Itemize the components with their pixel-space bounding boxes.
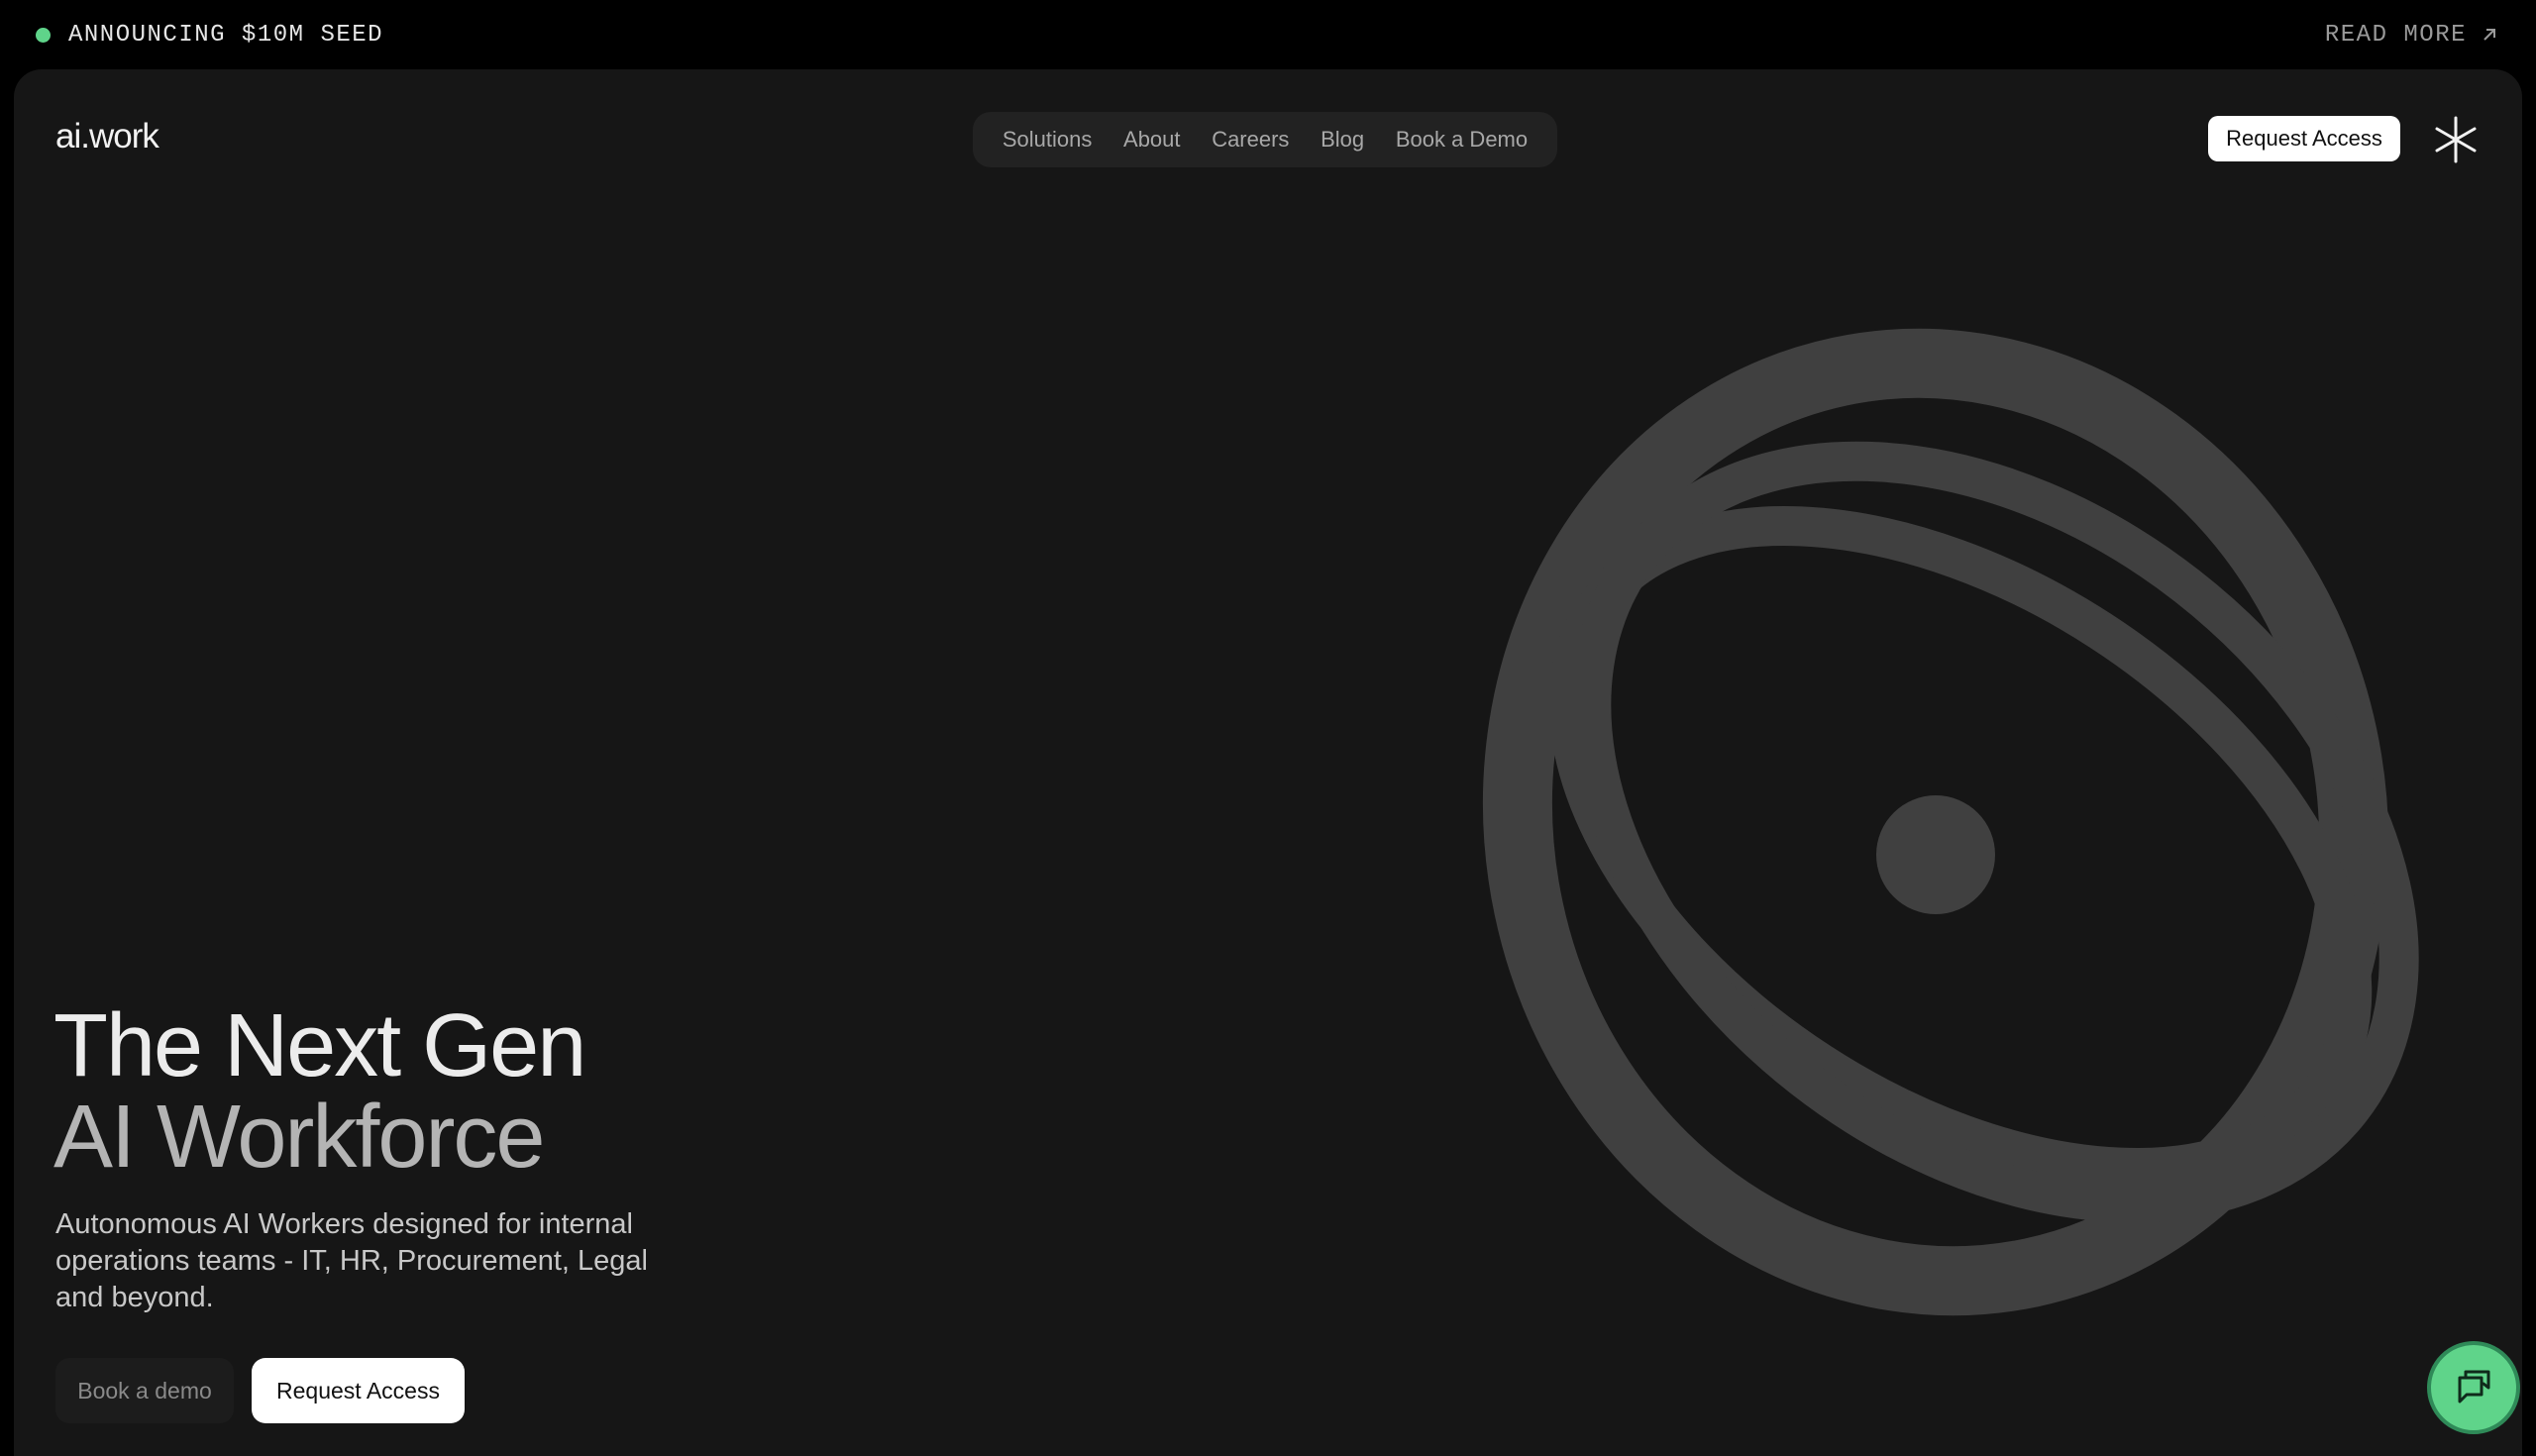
chat-icon <box>2458 1370 2490 1404</box>
nav-item-blog[interactable]: Blog <box>1321 127 1364 153</box>
nav-item-about[interactable]: About <box>1123 127 1181 153</box>
nav-item-book-demo[interactable]: Book a Demo <box>1396 127 1528 153</box>
announcement-text: ANNOUNCING $10M SEED <box>68 21 384 49</box>
announcement-bar: ANNOUNCING $10M SEED READ MORE <box>0 0 2536 69</box>
arrow-up-right-icon <box>2483 29 2495 41</box>
asterisk-icon[interactable] <box>2431 114 2481 165</box>
book-demo-button[interactable]: Book a demo <box>55 1358 234 1423</box>
hero-title: The Next Gen AI Workforce <box>53 996 586 1187</box>
main-panel: ai.work Solutions About Careers Blog Boo… <box>14 69 2522 1456</box>
hero-subtitle: Autonomous AI Workers designed for inter… <box>55 1208 648 1313</box>
chat-widget-button[interactable] <box>2427 1341 2520 1434</box>
announcement: ANNOUNCING $10M SEED <box>36 22 383 49</box>
orbit-illustration <box>1482 328 2419 1316</box>
hero-request-access-button[interactable]: Request Access <box>252 1358 465 1423</box>
read-more-link[interactable]: READ MORE <box>2325 22 2498 49</box>
read-more-label: READ MORE <box>2324 21 2467 49</box>
nav-item-careers[interactable]: Careers <box>1212 127 1289 153</box>
status-dot-icon <box>36 27 51 43</box>
main-nav: Solutions About Careers Blog Book a Demo <box>973 112 1557 167</box>
hero-title-line1: The Next Gen <box>53 996 586 1095</box>
hero-title-line2: AI Workforce <box>53 1088 545 1187</box>
header-request-access-button[interactable]: Request Access <box>2208 116 2400 161</box>
logo[interactable]: ai.work <box>55 117 159 156</box>
nav-item-solutions[interactable]: Solutions <box>1003 127 1093 153</box>
